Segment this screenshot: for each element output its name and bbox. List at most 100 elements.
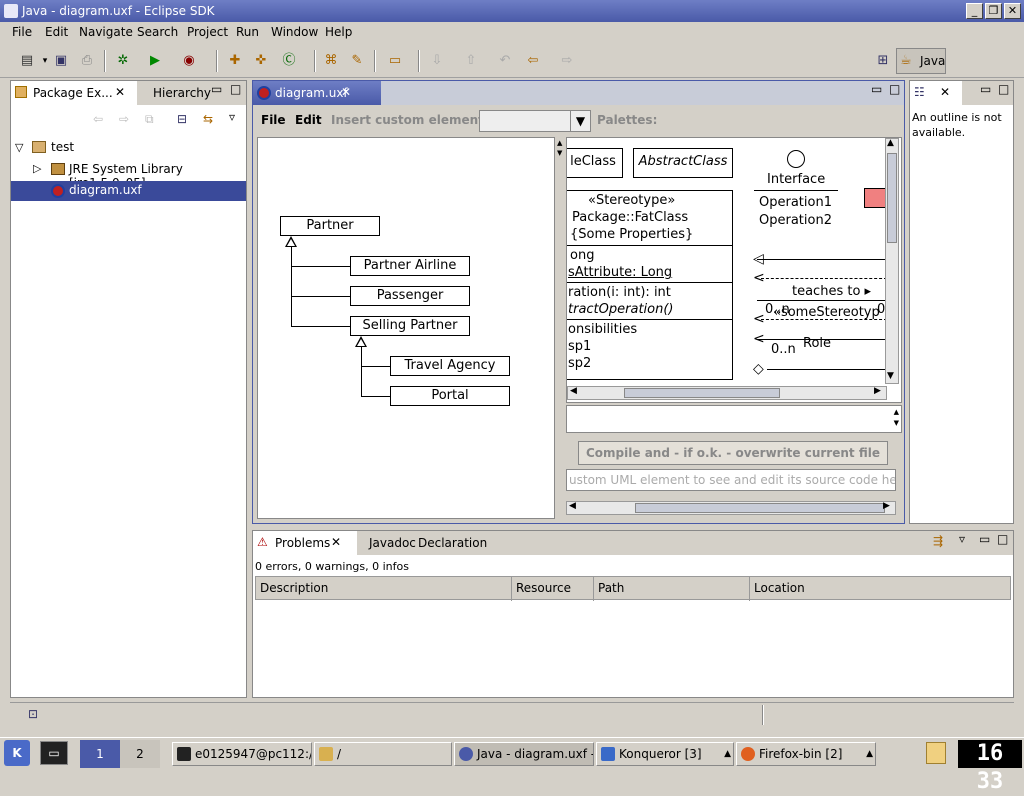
palette-interface[interactable]: Interface [767,172,825,187]
maximize-button[interactable]: ❐ [985,3,1002,19]
forward-icon[interactable]: ⇨ [558,52,576,70]
tab-problems[interactable]: ⚠ Problems ✕ [253,531,357,555]
editor-menu-file[interactable]: File [261,113,286,127]
close-icon[interactable]: ✕ [940,85,950,99]
palette-fat-class[interactable]: «Stereotype» Package::FatClass {Some Pro… [567,190,733,380]
menu-run[interactable]: Run [236,25,259,39]
tab-hierarchy[interactable]: Hierarchy [153,86,211,100]
desktop-2[interactable]: 2 [120,740,160,768]
close-icon[interactable]: ✕ [115,85,125,99]
custom-scrollbar-h[interactable]: ◀ ▶ [566,501,896,515]
minimize-view-icon[interactable]: ▭ [211,82,222,96]
next-annotation-icon[interactable]: ⇩ [428,52,446,70]
up-nav-icon[interactable]: ⧉ [145,112,154,127]
menu-project[interactable]: Project [187,25,228,39]
desktop-1[interactable]: 1 [80,740,120,768]
view-menu-icon[interactable]: ▿ [229,110,235,124]
open-folder-icon[interactable]: ▭ [386,52,404,70]
palette-abstract-class[interactable]: AbstractClass [633,148,733,178]
view-menu-icon[interactable]: ▿ [959,532,965,546]
menu-search[interactable]: Search [137,25,178,39]
debug-icon[interactable]: ✲ [114,52,132,70]
maximize-editor-icon[interactable]: □ [889,82,900,96]
search-icon[interactable]: ✎ [348,52,366,70]
expanded-icon[interactable]: ▽ [15,141,23,154]
task-terminal[interactable]: e0125947@pc112:/med [172,742,312,766]
minimize-button[interactable]: _ [966,3,983,19]
terminal-icon[interactable]: ▭ [40,741,68,765]
custom-code-hint[interactable]: ustom UML element to see and edit its so… [566,469,896,491]
minimize-editor-icon[interactable]: ▭ [871,82,882,96]
class-passenger[interactable]: Passenger [350,286,470,306]
scroll-down-icon: ▼ [887,371,894,381]
compile-button[interactable]: Compile and - if o.k. - overwrite curren… [578,441,888,465]
close-tab-icon[interactable]: ✕ [341,85,351,99]
palette-scrollbar-v[interactable]: ▲ ▼ [885,138,899,384]
class-portal[interactable]: Portal [390,386,510,406]
col-path[interactable]: Path [594,577,750,601]
col-resource[interactable]: Resource [512,577,594,601]
palette-simple-class[interactable]: leClass [567,148,623,178]
back-nav-icon[interactable]: ⇦ [93,112,103,126]
klipper-icon[interactable] [926,742,946,764]
menu-navigate[interactable]: Navigate [79,25,133,39]
task-firefox[interactable]: Firefox-bin [2] ▲ [736,742,876,766]
palette-scrollbar-h[interactable]: ◀ ▶ [567,386,887,400]
run-icon[interactable]: ▶ [146,52,164,70]
new-package-icon[interactable]: ✜ [252,52,270,70]
kde-menu-icon[interactable]: K [4,740,30,766]
class-selling-partner[interactable]: Selling Partner [350,316,470,336]
collapsed-icon[interactable]: ▷ [33,162,41,175]
maximize-view-icon[interactable]: □ [997,532,1008,546]
close-button[interactable]: ✕ [1004,3,1021,19]
back-icon[interactable]: ⇦ [524,52,542,70]
col-description[interactable]: Description [256,577,512,601]
vertical-splitter[interactable]: ▲ ▼ [556,137,566,519]
task-eclipse[interactable]: Java - diagram.uxf - E [454,742,594,766]
stereotype-line[interactable] [761,319,887,320]
class-partner-airline[interactable]: Partner Airline [350,256,470,276]
menu-file[interactable]: File [12,25,32,39]
new-class-icon[interactable]: Ⓒ [280,52,298,70]
open-perspective-icon[interactable]: ⊞ [874,52,892,70]
tree-item-test[interactable]: test [51,140,74,154]
task-folder[interactable]: / [314,742,452,766]
col-location[interactable]: Location [750,577,1010,601]
maximize-view-icon[interactable]: □ [230,82,241,96]
menu-help[interactable]: Help [325,25,352,39]
menu-edit[interactable]: Edit [45,25,68,39]
class-travel-agency[interactable]: Travel Agency [390,356,510,376]
forward-nav-icon[interactable]: ⇨ [119,112,129,126]
collapse-all-icon[interactable]: ⊟ [177,112,187,126]
minimize-view-icon[interactable]: ▭ [979,532,990,546]
class-partner[interactable]: Partner [280,216,380,236]
diagram-canvas[interactable]: Partner Partner Airline Passenger Sellin… [257,137,555,519]
save-icon[interactable]: ▣ [52,52,70,70]
tab-package-explorer[interactable]: Package Ex... [33,86,113,100]
maximize-view-icon[interactable]: □ [998,82,1009,96]
external-tools-icon[interactable]: ◉ [180,52,198,70]
filter-icon[interactable]: ⇶ [933,534,943,548]
java-perspective-button[interactable]: ☕ Java [896,48,946,74]
fast-view-icon[interactable]: ⊡ [28,707,38,721]
tree-item-diagram[interactable]: diagram.uxf [11,181,246,201]
package-icon [15,86,27,98]
print-icon[interactable]: ⎙ [78,52,96,70]
last-edit-icon[interactable]: ↶ [496,52,514,70]
menu-window[interactable]: Window [271,25,318,39]
link-editor-icon[interactable]: ⇆ [203,112,213,126]
prev-annotation-icon[interactable]: ⇧ [462,52,480,70]
close-icon[interactable]: ✕ [331,535,341,549]
task-konqueror[interactable]: Konqueror [3] ▲ [596,742,734,766]
association-line[interactable] [757,259,887,260]
open-type-icon[interactable]: ⌘ [322,52,340,70]
editor-menu-edit[interactable]: Edit [295,113,322,127]
tab-declaration[interactable]: Declaration [418,536,487,550]
new-icon[interactable]: ▤ [18,52,36,70]
new-java-project-icon[interactable]: ✚ [226,52,244,70]
dependency-line[interactable] [761,278,887,279]
tab-javadoc[interactable]: Javadoc [369,536,416,550]
custom-element-select[interactable]: ▼ [479,110,591,132]
tab-diagram[interactable]: diagram.uxf ✕ [253,81,381,105]
minimize-view-icon[interactable]: ▭ [980,82,991,96]
